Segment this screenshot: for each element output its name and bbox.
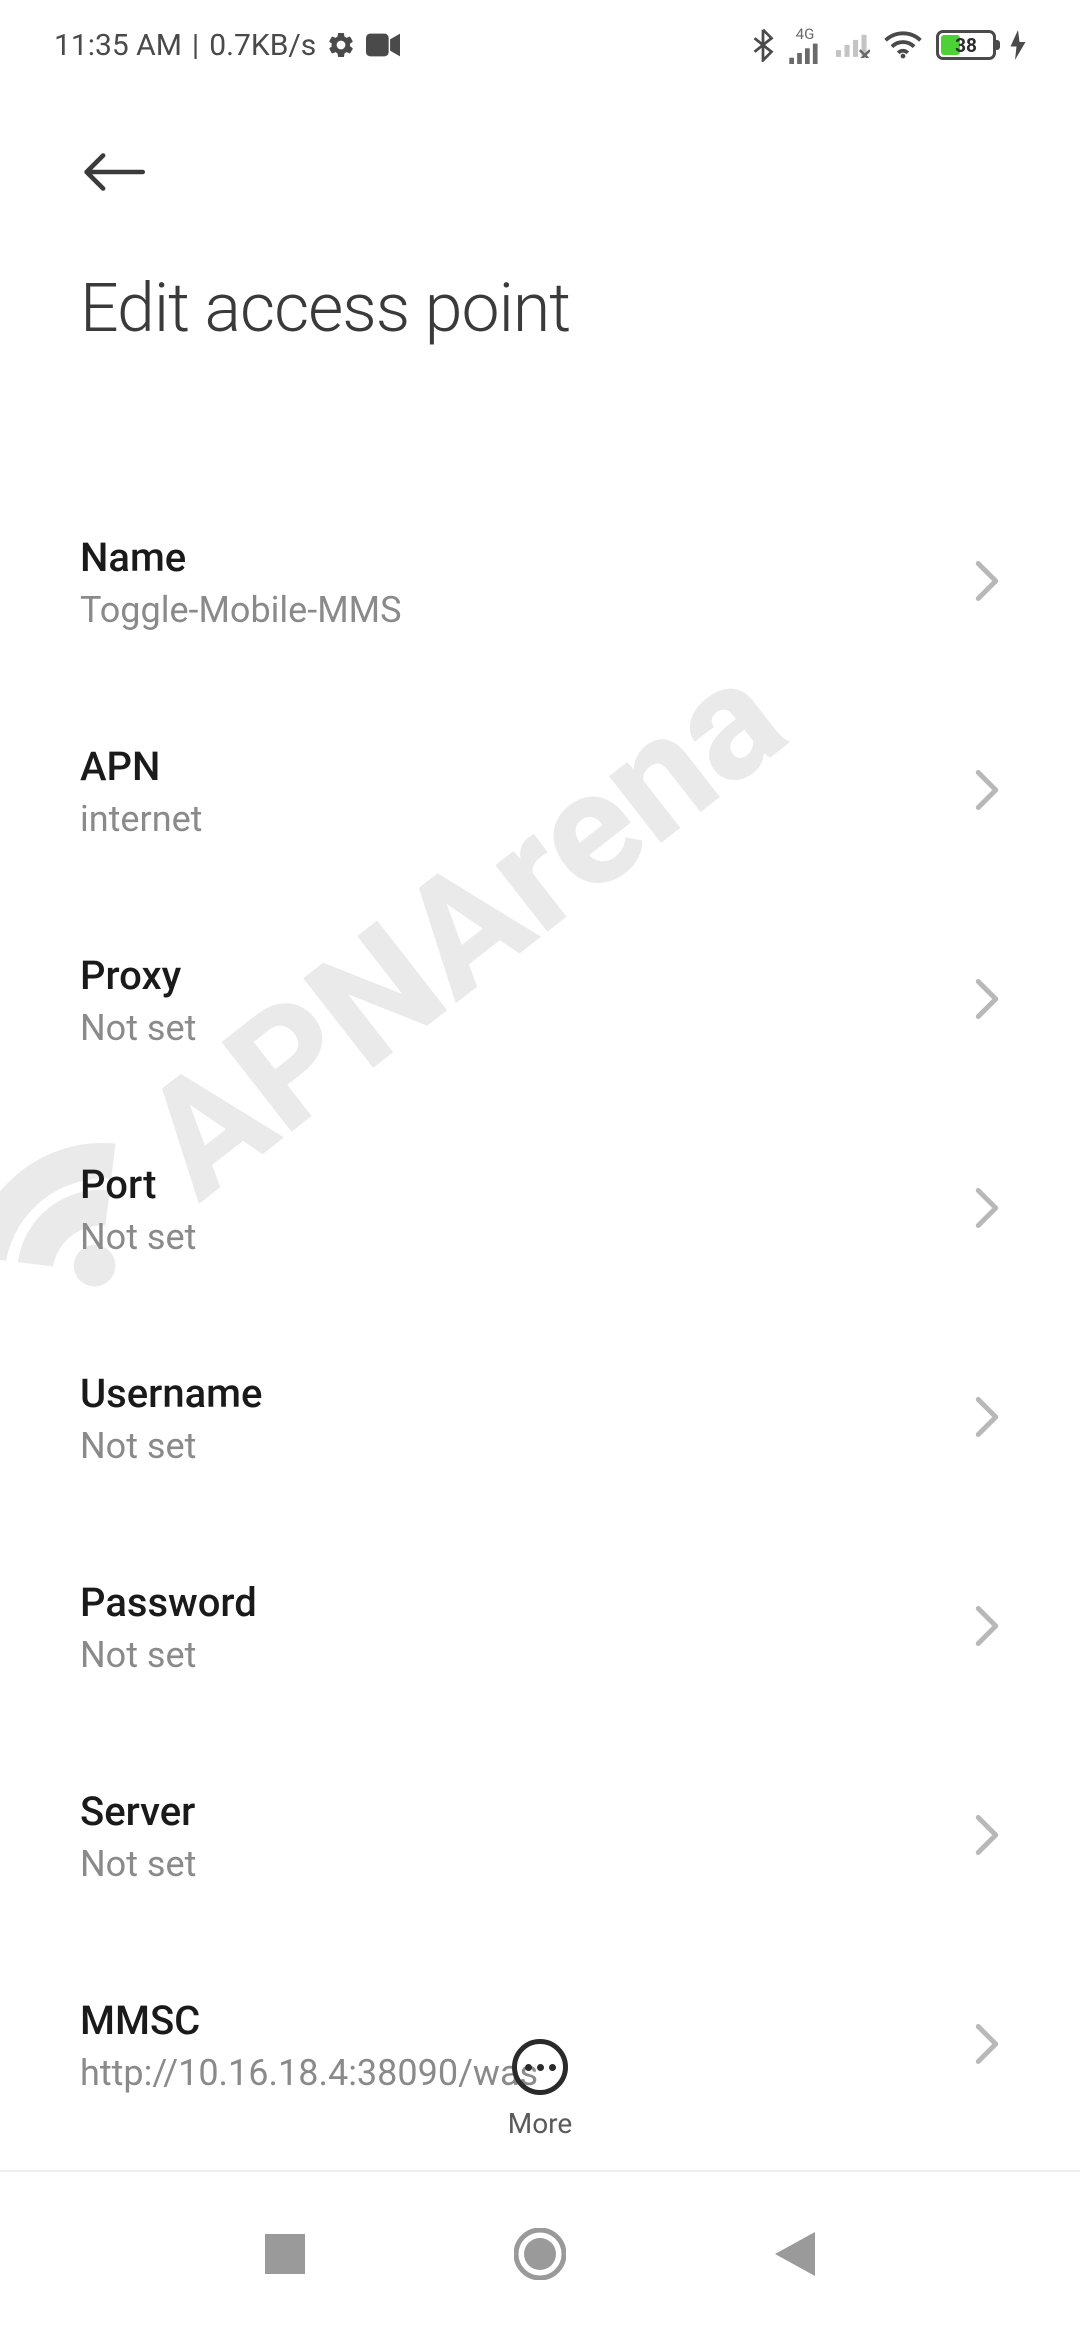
more-label: More [508,2107,573,2140]
charging-icon [1010,30,1026,60]
chevron-right-icon [974,769,1000,815]
status-left: 11:35 AM | 0.7KB/s [54,28,400,63]
setting-value: Not set [80,1634,954,1676]
square-icon [265,2263,305,2278]
setting-label: APN [80,743,954,790]
chevron-right-icon [974,1605,1000,1651]
setting-label: Server [80,1788,954,1835]
setting-row-apn[interactable]: APN internet [80,687,1000,896]
more-button-container: More [0,2039,1080,2140]
more-button[interactable]: More [508,2039,573,2140]
setting-label: Password [80,1579,954,1626]
nav-bar [0,2170,1080,2340]
bluetooth-icon [752,28,774,62]
settings-list: Name Toggle-Mobile-MMS APN internet Proxy Not… [0,478,1080,2178]
header: Edit access point [0,90,1080,348]
chevron-right-icon [974,1187,1000,1233]
setting-value: Not set [80,1425,954,1467]
setting-text: Proxy Not set [80,952,954,1049]
setting-text: Password Not set [80,1579,954,1676]
setting-row-proxy[interactable]: Proxy Not set [80,896,1000,1105]
setting-row-password[interactable]: Password Not set [80,1523,1000,1732]
setting-text: Server Not set [80,1788,954,1885]
setting-text: Port Not set [80,1161,954,1258]
chevron-right-icon [974,560,1000,606]
chevron-right-icon [974,978,1000,1024]
gear-icon [326,30,356,60]
battery-icon: 38 [936,30,996,60]
arrow-left-icon [80,183,146,198]
nav-recents-button[interactable] [245,2214,325,2298]
more-icon [512,2039,568,2095]
nav-home-button[interactable] [494,2208,586,2304]
signal-nosim-icon [836,32,870,58]
setting-value: Not set [80,1843,954,1885]
back-button[interactable] [80,140,146,228]
status-separator: | [192,28,199,63]
chevron-right-icon [974,1396,1000,1442]
setting-row-mms-proxy[interactable]: MMS proxy10.16.18.77 [80,2150,1000,2178]
status-time: 11:35 AM [54,28,182,63]
setting-value: Toggle-Mobile-MMS [80,589,954,631]
setting-row-name[interactable]: Name Toggle-Mobile-MMS [80,478,1000,687]
setting-label: MMSC [80,1997,954,2044]
setting-value: internet [80,798,954,840]
setting-label: Name [80,534,954,581]
setting-value: Not set [80,1007,954,1049]
setting-label: Proxy [80,952,954,999]
signal-4g-icon: 4G [788,27,822,64]
setting-value: Not set [80,1216,954,1258]
nav-back-button[interactable] [755,2212,835,2300]
status-data-rate: 0.7KB/s [209,28,316,63]
setting-label: Username [80,1370,954,1417]
setting-text: APN internet [80,743,954,840]
settings-list-wrapper: Name Toggle-Mobile-MMS APN internet Proxy Not… [0,368,1080,2178]
status-bar: 11:35 AM | 0.7KB/s 4G 38 [0,0,1080,90]
setting-row-username[interactable]: Username Not set [80,1314,1000,1523]
camera-icon [366,33,400,57]
status-right: 4G 38 [752,27,1026,64]
circle-icon [514,2269,566,2284]
setting-text: Name Toggle-Mobile-MMS [80,534,954,631]
setting-row-port[interactable]: Port Not set [80,1105,1000,1314]
setting-text: Username Not set [80,1370,954,1467]
triangle-left-icon [775,2265,815,2280]
page-title: Edit access point [80,268,1000,348]
chevron-right-icon [974,1814,1000,1860]
setting-row-server[interactable]: Server Not set [80,1732,1000,1941]
setting-label: Port [80,1161,954,1208]
wifi-icon [884,30,922,60]
